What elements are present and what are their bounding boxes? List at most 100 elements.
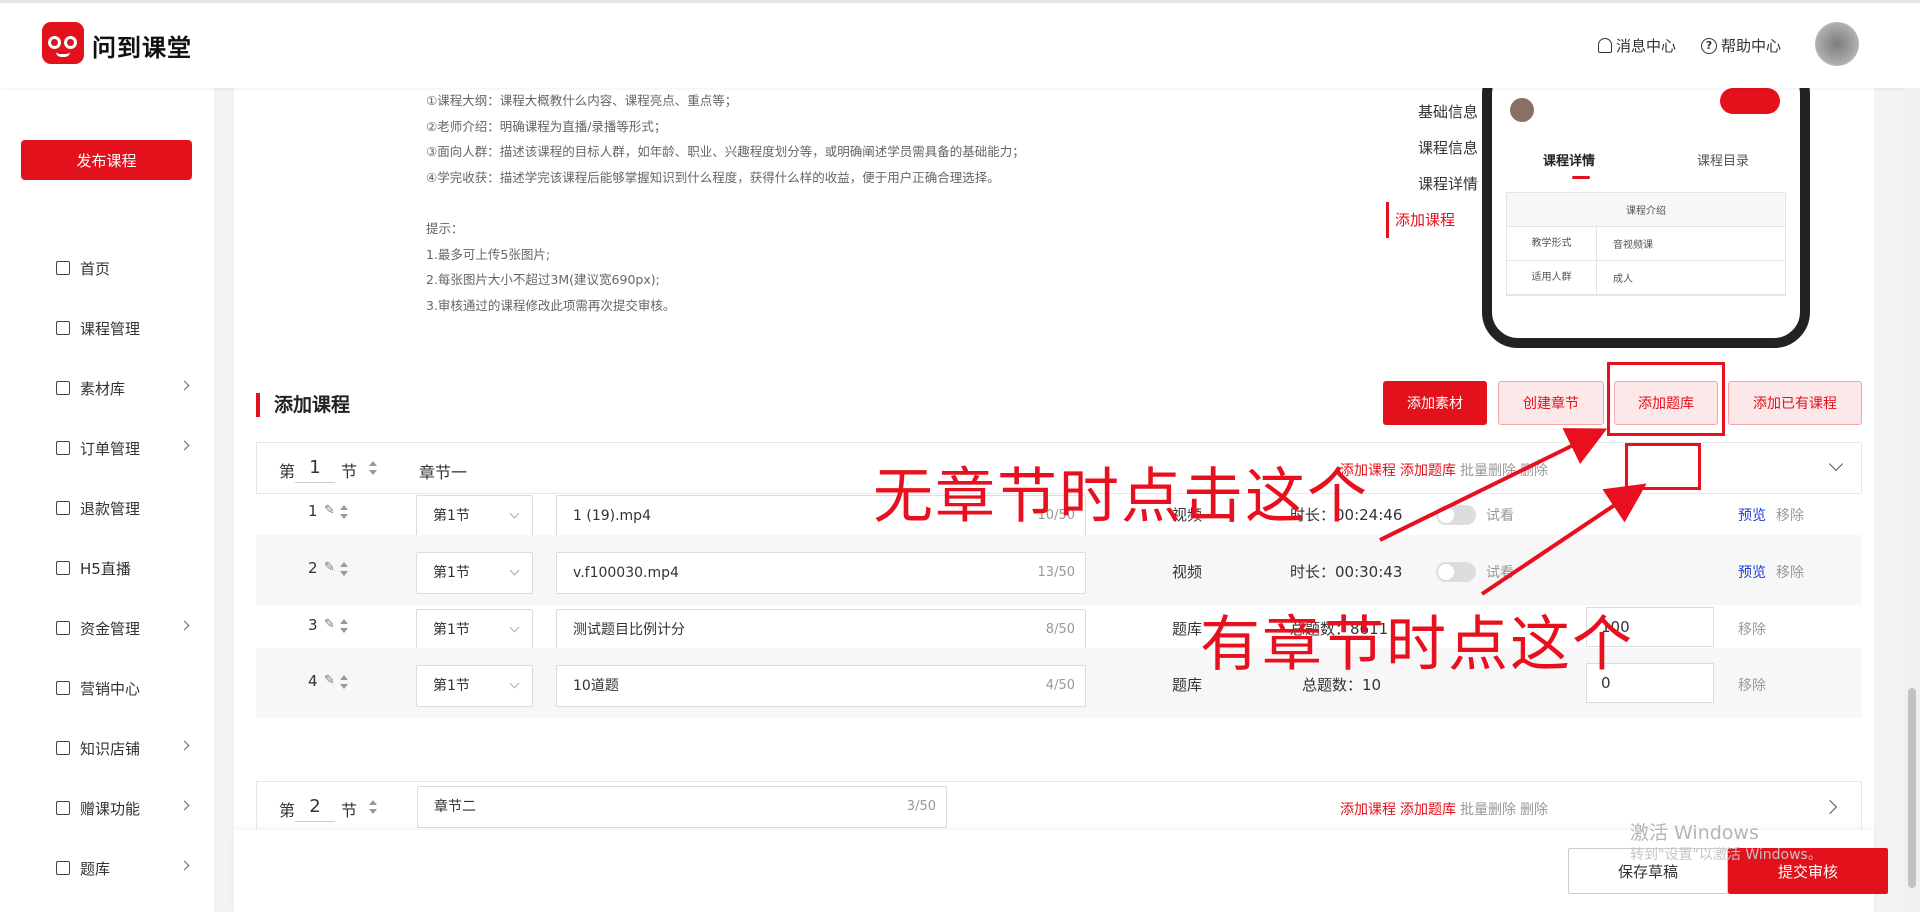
chapter-name-input[interactable]: 章节二 3/50 bbox=[417, 786, 947, 828]
windows-activation-watermark: 激活 Windows bbox=[1630, 822, 1759, 844]
phone-row-key: 适用人群 bbox=[1507, 260, 1597, 295]
sort-icon[interactable] bbox=[340, 619, 348, 633]
create-chapter-button[interactable]: 创建章节 bbox=[1498, 381, 1604, 425]
lesson-section-value: 第1节 bbox=[433, 622, 470, 638]
lesson-section-select[interactable]: 第1节 bbox=[416, 552, 533, 594]
anchor-nav-item[interactable]: 添加课程 bbox=[1386, 202, 1494, 238]
lesson-title-input[interactable]: 测试题目比例计分 8/50 bbox=[556, 609, 1086, 651]
sidebar-item[interactable]: 题库 bbox=[0, 838, 214, 898]
description-line: ③面向人群：描述该课程的目标人群，如年龄、职业、兴趣程度划分等，或明确阐述学员需… bbox=[426, 144, 1025, 160]
sidebar-item-label: 退款管理 bbox=[80, 499, 141, 518]
lesson-section-select[interactable]: 第1节 bbox=[416, 495, 533, 537]
add-existing-course-button[interactable]: 添加已有课程 bbox=[1728, 381, 1862, 425]
chevron-right-icon[interactable] bbox=[1822, 799, 1838, 815]
lesson-title-input[interactable]: v.f100030.mp4 13/50 bbox=[556, 552, 1086, 594]
lesson-type: 题库 bbox=[1172, 676, 1203, 694]
description-line: ④学完收获：描述学完该课程后能够掌握知识到什么程度，获得什么样的收益，便于用户正… bbox=[426, 169, 1000, 185]
sidebar-item-label: 资金管理 bbox=[80, 619, 141, 638]
phone-row-key: 教学形式 bbox=[1507, 226, 1597, 261]
preview-link[interactable]: 预览 bbox=[1738, 562, 1766, 582]
help-center-label: 帮助中心 bbox=[1721, 37, 1782, 55]
chapter-add-quiz-link[interactable]: 添加题库 bbox=[1400, 460, 1456, 480]
logo-eye-right bbox=[64, 36, 77, 49]
chapter-add-quiz-link[interactable]: 添加题库 bbox=[1400, 799, 1456, 819]
chapter-delete-link[interactable]: 删除 bbox=[1520, 460, 1548, 480]
present-icon bbox=[56, 801, 70, 815]
chevron-down-icon bbox=[509, 565, 520, 576]
remove-link[interactable]: 移除 bbox=[1776, 505, 1804, 525]
char-count: 13/50 bbox=[1037, 565, 1075, 580]
sidebar-item[interactable]: 赠课功能 bbox=[0, 778, 214, 838]
lesson-type: 视频 bbox=[1172, 563, 1203, 581]
description-line: 1.最多可上传5张图片; bbox=[426, 246, 551, 262]
sort-icon[interactable] bbox=[340, 675, 348, 689]
page-scrollbar[interactable] bbox=[1904, 88, 1920, 912]
section-title-add-course: 添加课程 bbox=[256, 393, 350, 417]
remove-link[interactable]: 移除 bbox=[1738, 675, 1766, 695]
phone-tab-detail: 课程详情 bbox=[1542, 154, 1595, 169]
home-icon bbox=[56, 261, 70, 275]
lesson-title-value: 测试题目比例计分 bbox=[573, 622, 685, 638]
course-icon bbox=[56, 321, 70, 335]
edit-pen-icon[interactable]: ✎ bbox=[324, 674, 335, 688]
preview-link[interactable]: 预览 bbox=[1738, 505, 1766, 525]
sidebar-item[interactable]: 退款管理 bbox=[0, 478, 214, 538]
live-icon bbox=[56, 561, 70, 575]
message-center-link[interactable]: 消息中心 bbox=[1598, 35, 1676, 56]
description-line: ②老师介绍：明确课程为直播/录播等形式； bbox=[426, 118, 667, 134]
sort-icon[interactable] bbox=[340, 562, 348, 576]
sidebar-item[interactable]: H5直播 bbox=[0, 538, 214, 598]
anchor-nav-item[interactable]: 基础信息 bbox=[1374, 94, 1494, 130]
sort-icon[interactable] bbox=[340, 505, 348, 519]
remove-link[interactable]: 移除 bbox=[1776, 562, 1804, 582]
wallet-icon bbox=[56, 621, 70, 635]
chapter-batch-delete-link[interactable]: 批量删除 bbox=[1460, 799, 1516, 819]
chapter-batch-delete-link[interactable]: 批量删除 bbox=[1460, 460, 1516, 480]
chevron-down-icon[interactable] bbox=[1828, 456, 1844, 472]
sidebar-item[interactable]: 营销中心 bbox=[0, 658, 214, 718]
windows-activation-hint: 转到"设置"以激活 Windows。 bbox=[1630, 847, 1822, 863]
lesson-section-select[interactable]: 第1节 bbox=[416, 609, 533, 651]
trial-toggle[interactable] bbox=[1436, 505, 1476, 525]
chapter-number-input[interactable]: 2 bbox=[295, 792, 335, 822]
anchor-nav-item[interactable]: 课程详情 bbox=[1374, 166, 1494, 202]
lesson-section-select[interactable]: 第1节 bbox=[416, 665, 533, 707]
annotation-box-add-quiz-top bbox=[1607, 362, 1725, 436]
user-avatar[interactable] bbox=[1815, 22, 1859, 66]
sidebar-item[interactable]: 首页 bbox=[0, 238, 214, 298]
sort-icon[interactable] bbox=[369, 800, 377, 814]
remove-link[interactable]: 移除 bbox=[1738, 619, 1766, 639]
description-line: ①课程大纲：课程大概教什么内容、课程亮点、重点等； bbox=[426, 93, 738, 108]
sort-icon[interactable] bbox=[369, 461, 377, 475]
edit-pen-icon[interactable]: ✎ bbox=[324, 618, 335, 632]
edit-pen-icon[interactable]: ✎ bbox=[324, 561, 335, 575]
chapter-delete-link[interactable]: 删除 bbox=[1520, 799, 1548, 819]
publish-course-button[interactable]: 发布课程 bbox=[21, 140, 192, 180]
edit-pen-icon[interactable]: ✎ bbox=[324, 504, 335, 518]
chevron-right-icon bbox=[179, 740, 190, 751]
brand-logo-icon[interactable] bbox=[42, 22, 84, 64]
phone-tab-underline bbox=[1572, 176, 1590, 179]
lesson-title-value: 10道题 bbox=[573, 678, 619, 694]
sidebar-item[interactable]: 订单管理 bbox=[0, 418, 214, 478]
trial-toggle[interactable] bbox=[1436, 562, 1476, 582]
scrollbar-thumb[interactable] bbox=[1908, 688, 1916, 888]
anchor-nav-item[interactable]: 课程信息 bbox=[1374, 130, 1494, 166]
add-material-button[interactable]: 添加素材 bbox=[1383, 381, 1487, 425]
phone-tab-catalog: 课程目录 bbox=[1696, 154, 1749, 169]
sidebar-item[interactable]: 知识店铺 bbox=[0, 718, 214, 778]
phone-row-value: 成人 bbox=[1613, 274, 1633, 285]
chapter-add-course-link[interactable]: 添加课程 bbox=[1340, 799, 1396, 819]
sidebar-item[interactable]: 课程管理 bbox=[0, 298, 214, 358]
brand-name[interactable]: 问到课堂 bbox=[92, 28, 192, 63]
lesson-type: 题库 bbox=[1172, 620, 1203, 638]
description-line bbox=[426, 190, 1025, 216]
chapter-suffix: 节 bbox=[341, 801, 358, 820]
sidebar-item-label: 题库 bbox=[80, 859, 111, 878]
lesson-title-input[interactable]: 10道题 4/50 bbox=[556, 665, 1086, 707]
chevron-right-icon bbox=[179, 860, 190, 871]
sidebar-item[interactable]: 资金管理 bbox=[0, 598, 214, 658]
help-center-link[interactable]: ? 帮助中心 bbox=[1701, 35, 1781, 56]
phone-table-row: 适用人群 成人 bbox=[1507, 260, 1785, 295]
sidebar-item[interactable]: 素材库 bbox=[0, 358, 214, 418]
